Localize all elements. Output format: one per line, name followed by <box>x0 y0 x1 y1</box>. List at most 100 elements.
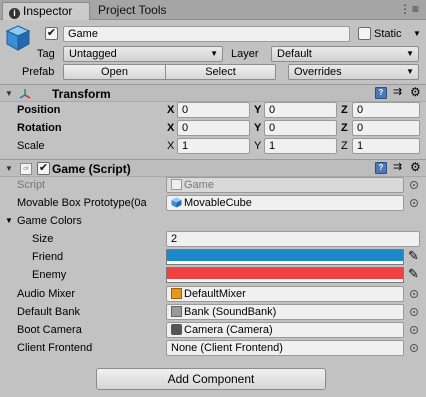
axis-x-label[interactable]: X <box>167 121 174 135</box>
axis-z-label[interactable]: Z <box>341 103 348 117</box>
gear-icon[interactable]: ⚙ <box>410 161 422 173</box>
enemy-color-swatch[interactable] <box>166 267 404 283</box>
gameobject-cube-icon <box>6 25 30 51</box>
script-file-icon <box>171 179 182 190</box>
object-picker-icon[interactable] <box>410 199 418 207</box>
static-label: Static <box>374 28 402 40</box>
boot-camera-field[interactable]: Camera (Camera) <box>166 322 404 338</box>
rotation-y-field[interactable]: 0 <box>264 120 337 136</box>
boot-camera-label: Boot Camera <box>17 324 82 336</box>
enemy-label: Enemy <box>32 269 67 281</box>
object-picker-icon <box>410 181 418 189</box>
axis-y-label[interactable]: Y <box>254 103 261 117</box>
help-book-icon[interactable]: ? <box>375 162 387 174</box>
rotation-x-field[interactable]: 0 <box>177 120 250 136</box>
audio-mixer-label: Audio Mixer <box>17 288 76 300</box>
gameobject-name-input[interactable]: Game <box>63 26 350 42</box>
axis-x-label[interactable]: X <box>167 139 174 153</box>
tag-value: Untagged <box>69 48 117 60</box>
prefab-label: Prefab <box>22 66 55 78</box>
add-component-button[interactable]: Add Component <box>96 368 326 390</box>
default-bank-field[interactable]: Bank (SoundBank) <box>166 304 404 320</box>
tab-inspector[interactable]: i Inspector <box>2 2 90 20</box>
eyedropper-icon[interactable]: ✎ <box>408 249 419 263</box>
tab-menu-icon[interactable]: ⋮≡ <box>399 2 420 16</box>
info-icon: i <box>9 8 20 19</box>
static-checkbox[interactable] <box>358 27 371 40</box>
transform-axes-icon <box>19 89 31 99</box>
tab-inspector-label: Inspector <box>23 4 73 18</box>
foldout-arrow-icon[interactable]: ▼ <box>5 214 13 228</box>
axis-y-label[interactable]: Y <box>254 139 261 153</box>
friend-label: Friend <box>32 251 64 263</box>
transform-title: Transform <box>52 87 111 101</box>
script-enabled-checkbox[interactable]: ✔ <box>37 162 50 175</box>
gear-icon[interactable]: ⚙ <box>410 86 422 98</box>
scale-x-field[interactable]: 1 <box>177 138 250 154</box>
prefab-open-button[interactable]: Open <box>63 64 166 80</box>
rotation-label: Rotation <box>17 122 62 134</box>
default-bank-value: Bank (SoundBank) <box>184 306 277 318</box>
boot-camera-value: Camera (Camera) <box>184 324 273 336</box>
game-colors-label[interactable]: Game Colors <box>17 214 82 228</box>
script-file-icon: c# <box>20 163 32 175</box>
tab-project-tools-label: Project Tools <box>98 3 167 17</box>
audio-mixer-field[interactable]: DefaultMixer <box>166 286 404 302</box>
movable-box-field[interactable]: MovableCube <box>166 195 404 211</box>
prefab-cube-icon <box>171 197 182 208</box>
movable-box-label: Movable Box Prototype(0a <box>17 197 147 209</box>
script-reference-field: Game <box>166 177 404 193</box>
preset-sliders-icon[interactable]: ⇉ <box>393 87 405 99</box>
game-script-header[interactable]: ▼ c# ✔ Game (Script) ? ⇉ ⚙ <box>0 159 426 177</box>
foldout-arrow-icon[interactable]: ▼ <box>5 89 13 98</box>
size-label: Size <box>32 233 54 245</box>
friend-color-swatch[interactable] <box>166 249 404 265</box>
default-bank-label: Default Bank <box>17 306 80 318</box>
transform-header[interactable]: ▼ Transform ? ⇉ ⚙ <box>0 84 426 102</box>
axis-y-label[interactable]: Y <box>254 121 261 135</box>
tab-project-tools[interactable]: Project Tools <box>92 2 176 20</box>
position-z-field[interactable]: 0 <box>352 102 420 118</box>
rotation-z-field[interactable]: 0 <box>352 120 420 136</box>
eyedropper-icon[interactable]: ✎ <box>408 267 419 281</box>
object-picker-icon[interactable] <box>410 326 418 334</box>
object-picker-icon[interactable] <box>410 308 418 316</box>
static-dropdown-arrow[interactable]: ▼ <box>413 27 421 41</box>
prefab-overrides-dropdown[interactable]: Overrides ▼ <box>288 64 419 80</box>
layer-dropdown[interactable]: Default ▼ <box>271 46 419 62</box>
audio-mixer-icon <box>171 288 182 299</box>
position-x-field[interactable]: 0 <box>177 102 250 118</box>
layer-value: Default <box>277 48 312 60</box>
scale-label: Scale <box>17 140 45 152</box>
prefab-select-button[interactable]: Select <box>165 64 276 80</box>
scale-z-field[interactable]: 1 <box>352 138 420 154</box>
chevron-down-icon: ▼ <box>406 67 414 76</box>
layer-label: Layer <box>231 48 259 60</box>
alpha-bar <box>167 279 403 282</box>
tab-bar: i Inspector Project Tools ⋮≡ <box>0 0 426 20</box>
scale-y-field[interactable]: 1 <box>264 138 337 154</box>
alpha-bar <box>167 261 403 264</box>
game-script-title: Game (Script) <box>52 162 131 176</box>
active-checkbox[interactable]: ✔ <box>45 27 58 40</box>
foldout-arrow-icon[interactable]: ▼ <box>5 164 13 173</box>
tag-label: Tag <box>37 48 55 60</box>
axis-x-label[interactable]: X <box>167 103 174 117</box>
object-picker-icon[interactable] <box>410 344 418 352</box>
help-book-icon[interactable]: ? <box>375 87 387 99</box>
size-field[interactable]: 2 <box>166 231 420 247</box>
overrides-value: Overrides <box>294 66 342 78</box>
axis-z-label[interactable]: Z <box>341 139 348 153</box>
object-picker-icon[interactable] <box>410 290 418 298</box>
camera-icon <box>171 324 182 335</box>
client-frontend-field[interactable]: None (Client Frontend) <box>166 340 404 356</box>
soundbank-icon <box>171 306 182 317</box>
script-label: Script <box>17 179 46 191</box>
position-label: Position <box>17 104 61 116</box>
preset-sliders-icon[interactable]: ⇉ <box>393 162 405 174</box>
tag-dropdown[interactable]: Untagged ▼ <box>63 46 223 62</box>
position-y-field[interactable]: 0 <box>264 102 337 118</box>
movable-box-value: MovableCube <box>184 197 252 209</box>
chevron-down-icon: ▼ <box>406 49 414 58</box>
axis-z-label[interactable]: Z <box>341 121 348 135</box>
